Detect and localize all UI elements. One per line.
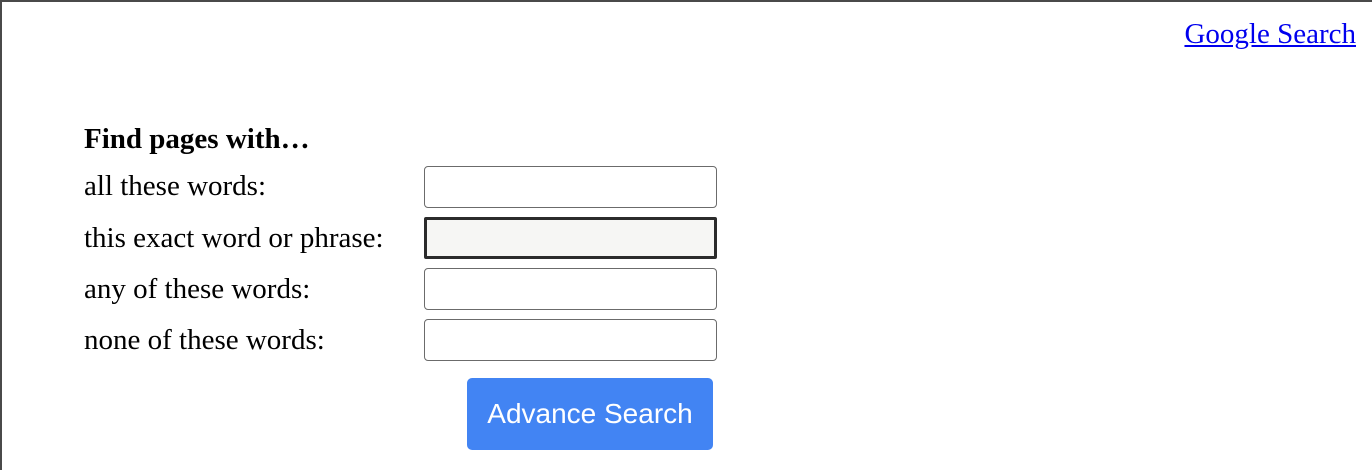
exact-phrase-input[interactable] <box>424 217 717 259</box>
all-words-label: all these words: <box>84 170 267 202</box>
any-words-label: any of these words: <box>84 273 311 305</box>
none-words-label: none of these words: <box>84 324 325 356</box>
exact-phrase-label: this exact word or phrase: <box>84 222 384 254</box>
form-heading: Find pages with… <box>84 123 310 155</box>
google-search-link[interactable]: Google Search <box>1184 18 1356 51</box>
advance-search-button[interactable]: Advance Search <box>467 378 713 450</box>
all-words-input[interactable] <box>424 166 717 208</box>
none-words-input[interactable] <box>424 319 717 361</box>
any-words-input[interactable] <box>424 268 717 310</box>
